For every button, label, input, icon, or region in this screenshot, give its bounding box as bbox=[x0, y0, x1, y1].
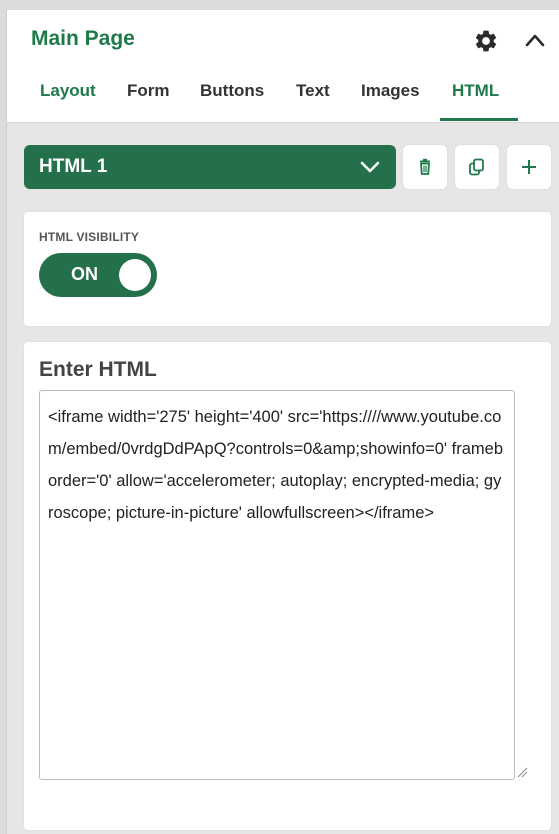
tab-images[interactable]: Images bbox=[361, 78, 420, 122]
tab-html[interactable]: HTML bbox=[452, 78, 499, 122]
tab-form[interactable]: Form bbox=[127, 78, 170, 122]
resize-handle-icon[interactable] bbox=[516, 766, 528, 778]
trash-icon bbox=[420, 158, 430, 175]
copy-icon bbox=[469, 158, 484, 176]
visibility-card: HTML VISIBILITY ON bbox=[24, 212, 551, 326]
gear-icon[interactable] bbox=[473, 28, 499, 54]
page-title: Main Page bbox=[31, 27, 135, 50]
chevron-down-icon bbox=[360, 161, 380, 173]
html-element-select[interactable]: HTML 1 bbox=[24, 145, 396, 189]
visibility-toggle-text: ON bbox=[71, 264, 98, 284]
html-element-select-value: HTML 1 bbox=[39, 156, 108, 177]
html-settings-panel: Main Page Layout Form Buttons Text Image… bbox=[6, 10, 559, 834]
add-button[interactable] bbox=[507, 145, 551, 189]
chevron-up-icon[interactable] bbox=[524, 32, 546, 48]
panel-header: Main Page Layout Form Buttons Text Image… bbox=[7, 10, 559, 123]
tab-bar: Layout Form Buttons Text Images HTML bbox=[7, 78, 559, 122]
enter-html-title: Enter HTML bbox=[39, 358, 157, 381]
visibility-label: HTML VISIBILITY bbox=[39, 230, 140, 244]
duplicate-button[interactable] bbox=[455, 145, 499, 189]
plus-icon bbox=[522, 160, 536, 174]
toggle-knob bbox=[119, 259, 151, 291]
tab-layout[interactable]: Layout bbox=[40, 78, 96, 122]
tab-buttons[interactable]: Buttons bbox=[200, 78, 264, 122]
delete-button[interactable] bbox=[403, 145, 447, 189]
html-editor-card: Enter HTML <iframe width='275' height='4… bbox=[24, 342, 551, 830]
visibility-toggle[interactable]: ON bbox=[39, 253, 157, 297]
html-code-input[interactable]: <iframe width='275' height='400' src='ht… bbox=[39, 390, 515, 780]
tab-text[interactable]: Text bbox=[296, 78, 330, 122]
active-tab-indicator bbox=[440, 118, 518, 121]
